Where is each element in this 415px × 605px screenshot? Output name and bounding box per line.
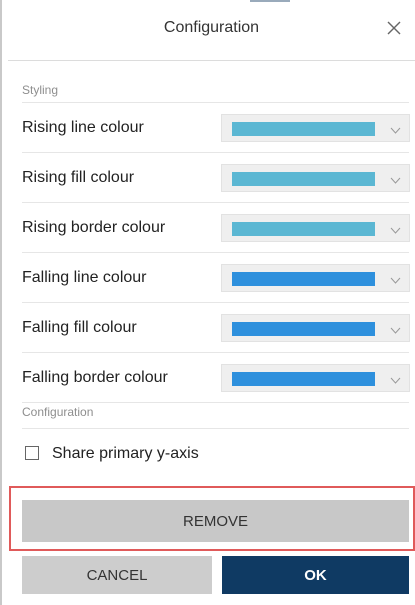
- window-frame-edge: [0, 0, 2, 605]
- colour-swatch: [232, 222, 375, 236]
- setting-row-falling-border: Falling border colour: [22, 353, 410, 403]
- colour-swatch: [232, 372, 375, 386]
- falling-fill-colour-select[interactable]: [221, 314, 410, 342]
- share-primary-y-axis-checkbox[interactable]: [25, 446, 39, 460]
- chevron-down-icon: [390, 373, 401, 384]
- setting-row-rising-border: Rising border colour: [22, 203, 410, 253]
- row-label: Falling border colour: [22, 369, 168, 386]
- dialog-title: Configuration: [163, 19, 260, 36]
- chevron-down-icon: [390, 123, 401, 134]
- rising-border-colour-select[interactable]: [221, 214, 410, 242]
- falling-line-colour-select[interactable]: [221, 264, 410, 292]
- cancel-button[interactable]: CANCEL: [22, 556, 212, 594]
- falling-border-colour-select[interactable]: [221, 364, 410, 392]
- section-heading-configuration: Configuration: [22, 405, 94, 419]
- chevron-down-icon: [390, 273, 401, 284]
- divider: [22, 428, 409, 429]
- row-label: Falling line colour: [22, 269, 147, 286]
- chevron-down-icon: [390, 323, 401, 334]
- colour-swatch: [232, 122, 375, 136]
- colour-swatch: [232, 322, 375, 336]
- setting-row-falling-fill: Falling fill colour: [22, 303, 410, 353]
- rising-line-colour-select[interactable]: [221, 114, 410, 142]
- chevron-down-icon: [390, 223, 401, 234]
- setting-row-rising-line: Rising line colour: [22, 103, 410, 153]
- colour-swatch: [232, 172, 375, 186]
- close-button[interactable]: [381, 14, 407, 42]
- setting-row-rising-fill: Rising fill colour: [22, 153, 410, 203]
- row-label: Rising border colour: [22, 219, 166, 236]
- chevron-down-icon: [390, 173, 401, 184]
- section-heading-styling: Styling: [22, 83, 59, 97]
- close-icon: [387, 21, 401, 35]
- ok-button[interactable]: OK: [222, 556, 409, 594]
- row-label: Rising line colour: [22, 119, 144, 136]
- colour-swatch: [232, 272, 375, 286]
- dialog-header: Configuration: [8, 0, 415, 61]
- share-primary-y-axis-label: Share primary y-axis: [52, 445, 199, 462]
- remove-button[interactable]: REMOVE: [22, 500, 409, 542]
- row-label: Falling fill colour: [22, 319, 137, 336]
- setting-row-falling-line: Falling line colour: [22, 253, 410, 303]
- share-primary-y-axis-option[interactable]: Share primary y-axis: [22, 443, 282, 467]
- row-label: Rising fill colour: [22, 169, 135, 186]
- rising-fill-colour-select[interactable]: [221, 164, 410, 192]
